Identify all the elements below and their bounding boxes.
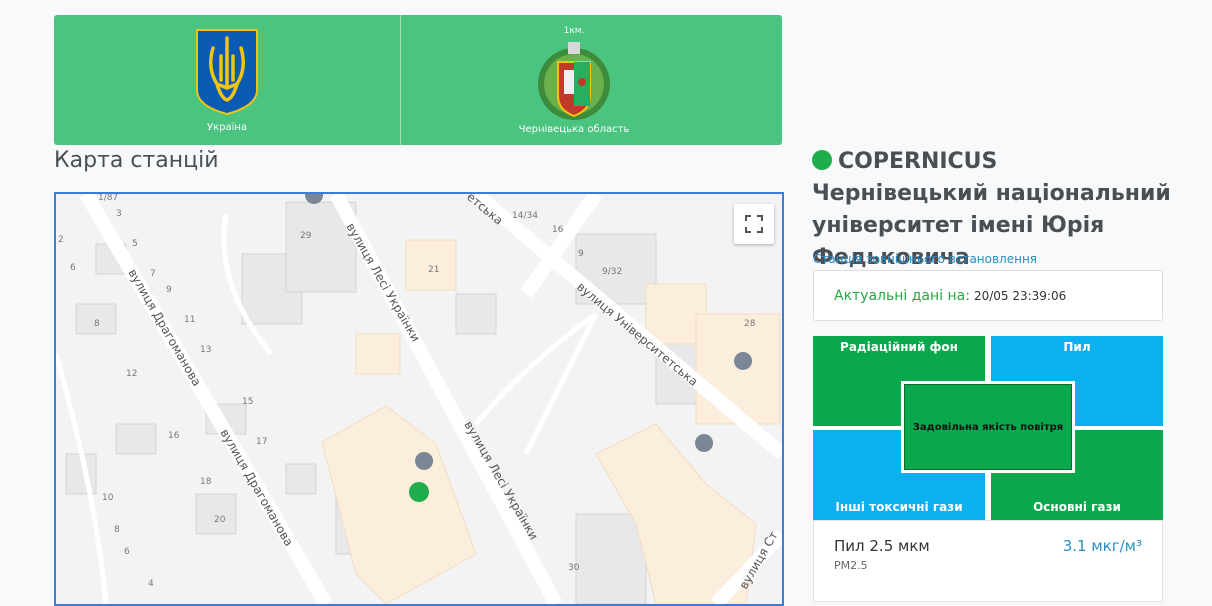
house-number: 16 bbox=[168, 431, 180, 441]
chernivtsi-emblem-block[interactable]: 1км. Чернівецька область bbox=[401, 15, 747, 145]
station-type: Станція зовнішнього встановлення bbox=[813, 252, 1038, 266]
quality-cell-label: Основні гази bbox=[1033, 500, 1121, 514]
house-number: 8 bbox=[114, 525, 120, 535]
house-number: 29 bbox=[300, 231, 312, 241]
house-number: 17 bbox=[256, 437, 267, 447]
map-building bbox=[195, 493, 237, 535]
map-pin-icon[interactable] bbox=[415, 452, 434, 470]
house-number: 8 bbox=[94, 319, 100, 329]
house-number: 28 bbox=[744, 319, 756, 329]
pm-value: 3.1 мкг/м³ bbox=[1062, 537, 1142, 555]
map-pin-icon[interactable] bbox=[734, 352, 753, 370]
street-minor bbox=[523, 312, 599, 456]
map-title: Карта станцій bbox=[54, 148, 219, 173]
house-number: 9/32 bbox=[602, 267, 622, 277]
house-number: 10 bbox=[102, 493, 114, 503]
house-number: 9 bbox=[166, 285, 172, 295]
status-dot-icon bbox=[812, 150, 832, 170]
map-building-university bbox=[321, 405, 477, 604]
ukraine-emblem-block[interactable]: Україна bbox=[54, 15, 400, 145]
map-canvas[interactable]: вулиця Драгоманова вулиця Драгоманова ву… bbox=[56, 194, 782, 604]
street-label: вулиця Лесі Українки bbox=[461, 419, 541, 543]
update-time: 20/05 23:39:06 bbox=[973, 289, 1067, 303]
map-building bbox=[115, 423, 157, 455]
map-pin-icon[interactable] bbox=[695, 434, 714, 452]
quality-summary-label: Задовільна якість повітря bbox=[904, 384, 1072, 470]
house-number: 20 bbox=[214, 515, 226, 525]
house-number: 6 bbox=[124, 547, 130, 557]
house-number: 21 bbox=[428, 265, 439, 275]
quality-cell-label: Інші токсичні гази bbox=[835, 500, 963, 514]
ukraine-caption: Україна bbox=[206, 121, 248, 133]
house-number: 18 bbox=[200, 477, 212, 487]
map-building bbox=[285, 463, 317, 495]
map-building bbox=[575, 513, 647, 604]
stations-map[interactable]: вулиця Драгоманова вулиця Драгоманова ву… bbox=[54, 192, 784, 606]
header-banner: Україна 1км. Чернівецька область bbox=[54, 15, 782, 145]
house-number: 5 bbox=[132, 239, 138, 249]
quality-cell-label: Пил bbox=[1063, 340, 1091, 354]
air-quality-panel: Радіаційний фон Пил Інші токсичні гази О… bbox=[813, 336, 1163, 520]
house-number: 14/34 bbox=[512, 211, 538, 221]
house-number: 9 bbox=[578, 249, 584, 259]
quality-summary: Задовільна якість повітря bbox=[901, 381, 1075, 473]
station-marker[interactable] bbox=[409, 482, 429, 502]
chernivtsi-caption: Чернівецька область bbox=[518, 123, 630, 135]
house-number: 12 bbox=[126, 369, 137, 379]
km-label: 1км. bbox=[563, 25, 585, 36]
street-label: етська bbox=[464, 194, 506, 228]
house-number: 15 bbox=[242, 397, 253, 407]
update-label: Актуальні дані на: bbox=[834, 288, 970, 304]
map-building-university bbox=[355, 333, 401, 375]
pm-code: PM2.5 bbox=[834, 559, 868, 572]
house-number: 1/87 bbox=[98, 194, 118, 203]
update-info-box: Актуальні дані на: 20/05 23:39:06 bbox=[813, 270, 1163, 321]
fullscreen-icon bbox=[745, 215, 763, 233]
house-number: 6 bbox=[70, 263, 76, 273]
ukraine-coat-of-arms-icon bbox=[196, 28, 258, 115]
pm-name: Пил 2.5 мкм bbox=[834, 537, 930, 555]
map-building bbox=[455, 293, 497, 335]
house-number: 3 bbox=[116, 209, 122, 219]
house-number: 16 bbox=[552, 225, 564, 235]
chernivtsi-oblast-emblem-icon bbox=[538, 41, 610, 120]
house-number: 2 bbox=[58, 235, 64, 245]
house-number: 13 bbox=[200, 345, 211, 355]
map-fullscreen-button[interactable] bbox=[734, 204, 774, 244]
house-number: 7 bbox=[150, 269, 156, 279]
update-label-row: Актуальні дані на: 20/05 23:39:06 bbox=[834, 288, 1066, 304]
quality-cell-label: Радіаційний фон bbox=[840, 340, 958, 354]
house-number: 11 bbox=[184, 315, 195, 325]
house-number: 30 bbox=[568, 563, 580, 573]
house-number: 4 bbox=[148, 579, 154, 589]
